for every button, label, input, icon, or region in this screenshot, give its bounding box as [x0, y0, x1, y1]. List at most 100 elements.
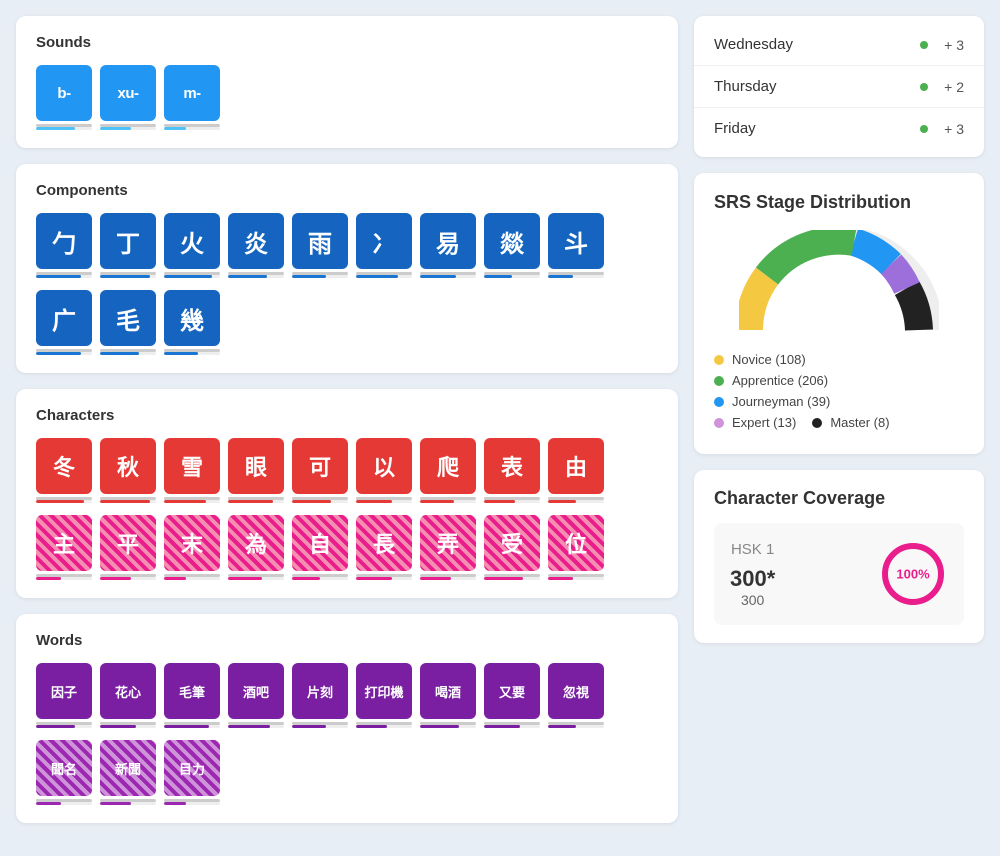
tile-wrapper[interactable]: 冬	[36, 438, 92, 503]
tile-wrapper[interactable]: 毛筆	[164, 663, 220, 728]
tile-wrapper[interactable]: 毛	[100, 290, 156, 355]
day-row: Friday+ 3	[694, 108, 984, 149]
tile-progress-bar	[164, 500, 220, 503]
tile-wrapper[interactable]: 表	[484, 438, 540, 503]
tile-wrapper[interactable]: 爬	[420, 438, 476, 503]
tile-bar-fill	[292, 500, 331, 503]
tile-wrapper[interactable]: 平	[100, 515, 156, 580]
tile-wrapper[interactable]: 花心	[100, 663, 156, 728]
tile-wrapper[interactable]: 聞名	[36, 740, 92, 805]
tile-wrapper[interactable]: 末	[164, 515, 220, 580]
day-name: Wednesday	[714, 36, 912, 53]
tile-wrapper[interactable]: m-	[164, 65, 220, 130]
tile-wrapper[interactable]: xu-	[100, 65, 156, 130]
components-title: Components	[36, 182, 658, 199]
tile-wrapper[interactable]: 燚	[484, 213, 540, 278]
tile-wrapper[interactable]: 新聞	[100, 740, 156, 805]
tile-wrapper[interactable]: 忽視	[548, 663, 604, 728]
components-row2: 广毛幾	[36, 290, 658, 355]
tile-wrapper[interactable]: 雨	[292, 213, 348, 278]
tile-wrapper[interactable]: 長	[356, 515, 412, 580]
tile-progress-bar	[484, 500, 540, 503]
tile-bar-fill	[36, 275, 81, 278]
tile-wrapper[interactable]: 因子	[36, 663, 92, 728]
tile: 主	[36, 515, 92, 571]
legend-label: Expert (13)	[732, 415, 796, 430]
tile: 位	[548, 515, 604, 571]
tile-wrapper[interactable]: 幾	[164, 290, 220, 355]
tile-wrapper[interactable]: b-	[36, 65, 92, 130]
tile-bar-fill	[228, 500, 273, 503]
tile-bar-fill	[420, 500, 454, 503]
tile-wrapper[interactable]: 打印機	[356, 663, 412, 728]
characters-card: Characters 冬秋雪眼可以爬表由 主平末為自長弄受位	[16, 389, 678, 598]
tile-progress-bar	[164, 127, 220, 130]
tile-bar-fill	[356, 275, 398, 278]
tile-bar-fill	[164, 500, 206, 503]
tile-progress-bar	[164, 725, 220, 728]
legend-last-row: Expert (13) Master (8)	[714, 415, 964, 436]
tile-wrapper[interactable]: 以	[356, 438, 412, 503]
tile-progress-bar	[100, 352, 156, 355]
tile-bar-fill	[100, 127, 131, 130]
days-card: Wednesday+ 3Thursday+ 2Friday+ 3	[694, 16, 984, 157]
tile-progress-bar	[36, 577, 92, 580]
tile-wrapper[interactable]: 斗	[548, 213, 604, 278]
tile-wrapper[interactable]: 受	[484, 515, 540, 580]
tile: 易	[420, 213, 476, 269]
tile-wrapper[interactable]: 主	[36, 515, 92, 580]
tile-progress-bar	[100, 275, 156, 278]
hsk-label: HSK 1	[730, 541, 775, 558]
tile-wrapper[interactable]: 為	[228, 515, 284, 580]
tile-wrapper[interactable]: 目力	[164, 740, 220, 805]
left-column: Sounds b-xu-m- Components 勹丁火炎雨冫易燚斗 广毛幾 …	[16, 16, 678, 840]
coverage-card: Character Coverage HSK 1 300* 300 100%	[694, 470, 984, 643]
tile-bar-fill	[228, 577, 262, 580]
tile: 广	[36, 290, 92, 346]
tile-wrapper[interactable]: 易	[420, 213, 476, 278]
coverage-inner: HSK 1 300* 300 100%	[714, 523, 964, 625]
tile-wrapper[interactable]: 秋	[100, 438, 156, 503]
tile-wrapper[interactable]: 片刻	[292, 663, 348, 728]
tile-wrapper[interactable]: 雪	[164, 438, 220, 503]
tile: 打印機	[356, 663, 412, 719]
words-title: Words	[36, 632, 658, 649]
tile-wrapper[interactable]: 炎	[228, 213, 284, 278]
sounds-title: Sounds	[36, 34, 658, 51]
legend-label: Master (8)	[830, 415, 889, 430]
day-count: + 3	[936, 121, 964, 137]
legend-item: Journeyman (39)	[714, 394, 964, 409]
tile-wrapper[interactable]: 位	[548, 515, 604, 580]
day-dot-icon	[920, 41, 928, 49]
tile-progress-bar	[484, 577, 540, 580]
tile-wrapper[interactable]: 可	[292, 438, 348, 503]
components-row1: 勹丁火炎雨冫易燚斗	[36, 213, 658, 278]
tile-bar-fill	[100, 500, 150, 503]
tile-wrapper[interactable]: 眼	[228, 438, 284, 503]
tile-wrapper[interactable]: 由	[548, 438, 604, 503]
tile-wrapper[interactable]: 又要	[484, 663, 540, 728]
tile-wrapper[interactable]: 火	[164, 213, 220, 278]
tile-wrapper[interactable]: 丁	[100, 213, 156, 278]
tile: 幾	[164, 290, 220, 346]
tile-wrapper[interactable]: 喝酒	[420, 663, 476, 728]
sounds-card: Sounds b-xu-m-	[16, 16, 678, 148]
tile-wrapper[interactable]: 广	[36, 290, 92, 355]
tile-progress-bar	[228, 577, 284, 580]
tile-bar-fill	[36, 802, 61, 805]
tile: 燚	[484, 213, 540, 269]
tile-progress-bar	[484, 275, 540, 278]
tile: 以	[356, 438, 412, 494]
tile: 冬	[36, 438, 92, 494]
tile-bar-fill	[484, 275, 512, 278]
tile-wrapper[interactable]: 酒吧	[228, 663, 284, 728]
tile-wrapper[interactable]: 勹	[36, 213, 92, 278]
tile-progress-bar	[36, 352, 92, 355]
components-card: Components 勹丁火炎雨冫易燚斗 广毛幾	[16, 164, 678, 373]
tile-wrapper[interactable]: 冫	[356, 213, 412, 278]
tile-progress-bar	[100, 725, 156, 728]
tile-progress-bar	[164, 802, 220, 805]
tile-bar-fill	[36, 577, 61, 580]
tile-wrapper[interactable]: 自	[292, 515, 348, 580]
tile-wrapper[interactable]: 弄	[420, 515, 476, 580]
